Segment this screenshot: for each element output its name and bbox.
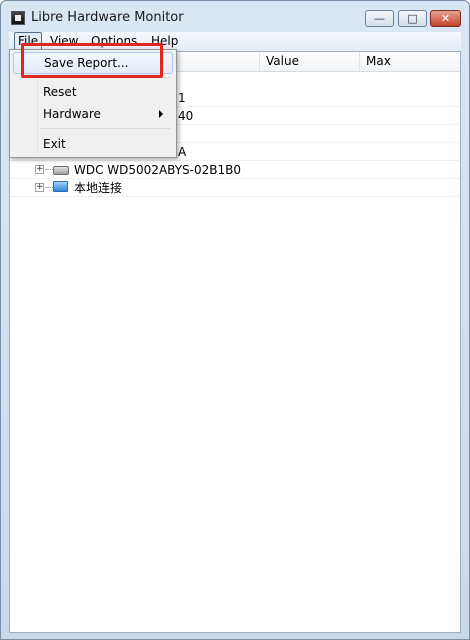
- tree-row-partial-label: A: [178, 145, 187, 159]
- column-max[interactable]: Max: [360, 52, 460, 71]
- hardware-menu-item[interactable]: Hardware: [13, 103, 173, 125]
- expand-icon[interactable]: +: [35, 165, 44, 174]
- tree-row-network[interactable]: + 本地连接: [10, 179, 460, 197]
- minimize-button[interactable]: —: [365, 10, 394, 27]
- tree-row-partial-label: 40: [178, 109, 194, 123]
- hard-disk-icon: [53, 166, 69, 175]
- close-button[interactable]: ✕: [430, 10, 461, 27]
- expand-icon[interactable]: +: [35, 183, 44, 192]
- tree-connector: [45, 187, 53, 188]
- hardware-menu-label: Hardware: [43, 107, 101, 121]
- tree-node-label: WDC WD5002ABYS-02B1B0: [74, 163, 242, 177]
- menu-separator: [40, 128, 170, 129]
- highlight-annotation: [21, 43, 163, 78]
- submenu-arrow-icon: [159, 110, 163, 118]
- exit-menu-item[interactable]: Exit: [13, 133, 173, 155]
- app-icon: [11, 11, 25, 25]
- title-bar[interactable]: Libre Hardware Monitor — □ ✕: [1, 1, 469, 31]
- column-value[interactable]: Value: [260, 52, 360, 71]
- reset-menu-item[interactable]: Reset: [13, 81, 173, 103]
- network-adapter-icon: [53, 181, 68, 192]
- tree-row-disk[interactable]: + WDC WD5002ABYS-02B1B0: [10, 161, 460, 179]
- maximize-button[interactable]: □: [398, 10, 427, 27]
- tree-connector: [45, 169, 53, 170]
- window-title: Libre Hardware Monitor: [31, 10, 184, 25]
- tree-node-label: 本地连接: [74, 181, 123, 195]
- tree-row-partial-label: 1: [178, 91, 186, 105]
